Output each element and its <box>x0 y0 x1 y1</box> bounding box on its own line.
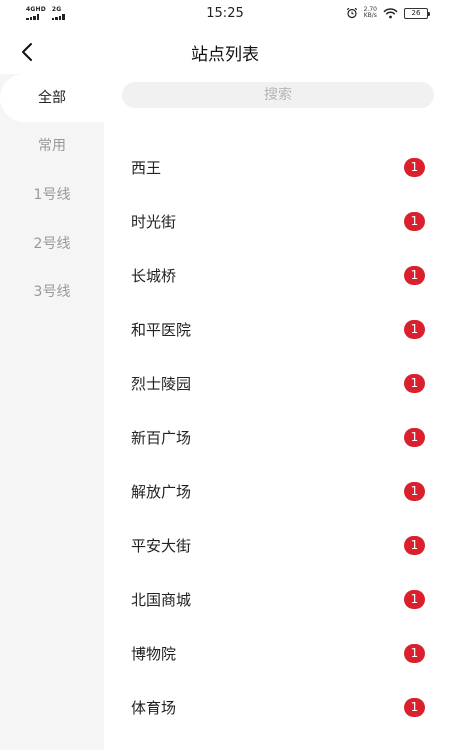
page-title: 站点列表 <box>191 45 259 65</box>
station-row[interactable]: 平安大街 1 <box>104 519 450 573</box>
status-right: 2.70 KB/s 26 <box>346 7 430 19</box>
station-row[interactable]: 体育场 1 <box>104 681 450 735</box>
count-badge: 1 <box>404 320 425 339</box>
station-row[interactable]: 时光街 1 <box>104 195 450 249</box>
count-badge: 1 <box>404 590 425 609</box>
alarm-clock-icon <box>346 7 357 19</box>
station-row[interactable]: 解放广场 1 <box>104 465 450 519</box>
station-row[interactable]: 新百广场 1 <box>104 411 450 465</box>
sidebar-item-line-2[interactable]: 2号线 <box>0 220 104 268</box>
station-name: 平安大街 <box>131 537 192 555</box>
station-name: 西王 <box>131 159 162 177</box>
header: 站点列表 <box>0 30 450 74</box>
line-filter-sidebar: 全部 常用 1号线 2号线 3号线 <box>0 74 104 750</box>
count-badge: 1 <box>404 266 425 285</box>
station-name: 体育场 <box>131 699 177 717</box>
count-badge: 1 <box>404 644 425 663</box>
sidebar-item-all[interactable]: 全部 <box>0 74 104 122</box>
battery-level: 26 <box>411 8 421 17</box>
station-name: 时光街 <box>131 213 177 231</box>
sidebar-item-line-1[interactable]: 1号线 <box>0 171 104 219</box>
count-badge: 1 <box>404 482 425 501</box>
station-row[interactable]: 长城桥 1 <box>104 249 450 303</box>
station-row[interactable]: 烈士陵园 1 <box>104 357 450 411</box>
count-badge: 1 <box>404 536 425 555</box>
station-name: 和平医院 <box>131 321 192 339</box>
network-speed: 2.70 KB/s <box>364 7 377 19</box>
sidebar-item-favorites[interactable]: 常用 <box>0 122 104 170</box>
station-row[interactable]: 和平医院 1 <box>104 303 450 357</box>
count-badge: 1 <box>404 698 425 717</box>
chevron-left-icon <box>22 43 32 61</box>
station-name: 北国商城 <box>131 591 192 609</box>
speed-unit: KB/s <box>363 12 377 19</box>
station-name: 解放广场 <box>131 483 192 501</box>
station-list: 西王 1 时光街 1 长城桥 1 和平医院 1 烈士陵园 1 新百广场 1 解放… <box>104 141 450 735</box>
battery-icon: 26 <box>404 7 430 19</box>
back-button[interactable] <box>14 38 42 66</box>
status-bar: 4GHD 2G 15:25 2.70 KB/s 26 <box>0 0 450 30</box>
search-input[interactable]: 搜索 <box>122 82 434 108</box>
station-row[interactable]: 博物院 1 <box>104 627 450 681</box>
station-row[interactable]: 北国商城 1 <box>104 573 450 627</box>
count-badge: 1 <box>404 374 425 393</box>
wifi-icon <box>383 7 398 18</box>
station-name: 长城桥 <box>131 267 177 285</box>
count-badge: 1 <box>404 428 425 447</box>
station-row[interactable]: 西王 1 <box>104 141 450 195</box>
count-badge: 1 <box>404 158 425 177</box>
count-badge: 1 <box>404 212 425 231</box>
station-name: 新百广场 <box>131 429 192 447</box>
sidebar-item-line-3[interactable]: 3号线 <box>0 268 104 316</box>
station-name: 烈士陵园 <box>131 375 192 393</box>
station-name: 博物院 <box>131 645 177 663</box>
